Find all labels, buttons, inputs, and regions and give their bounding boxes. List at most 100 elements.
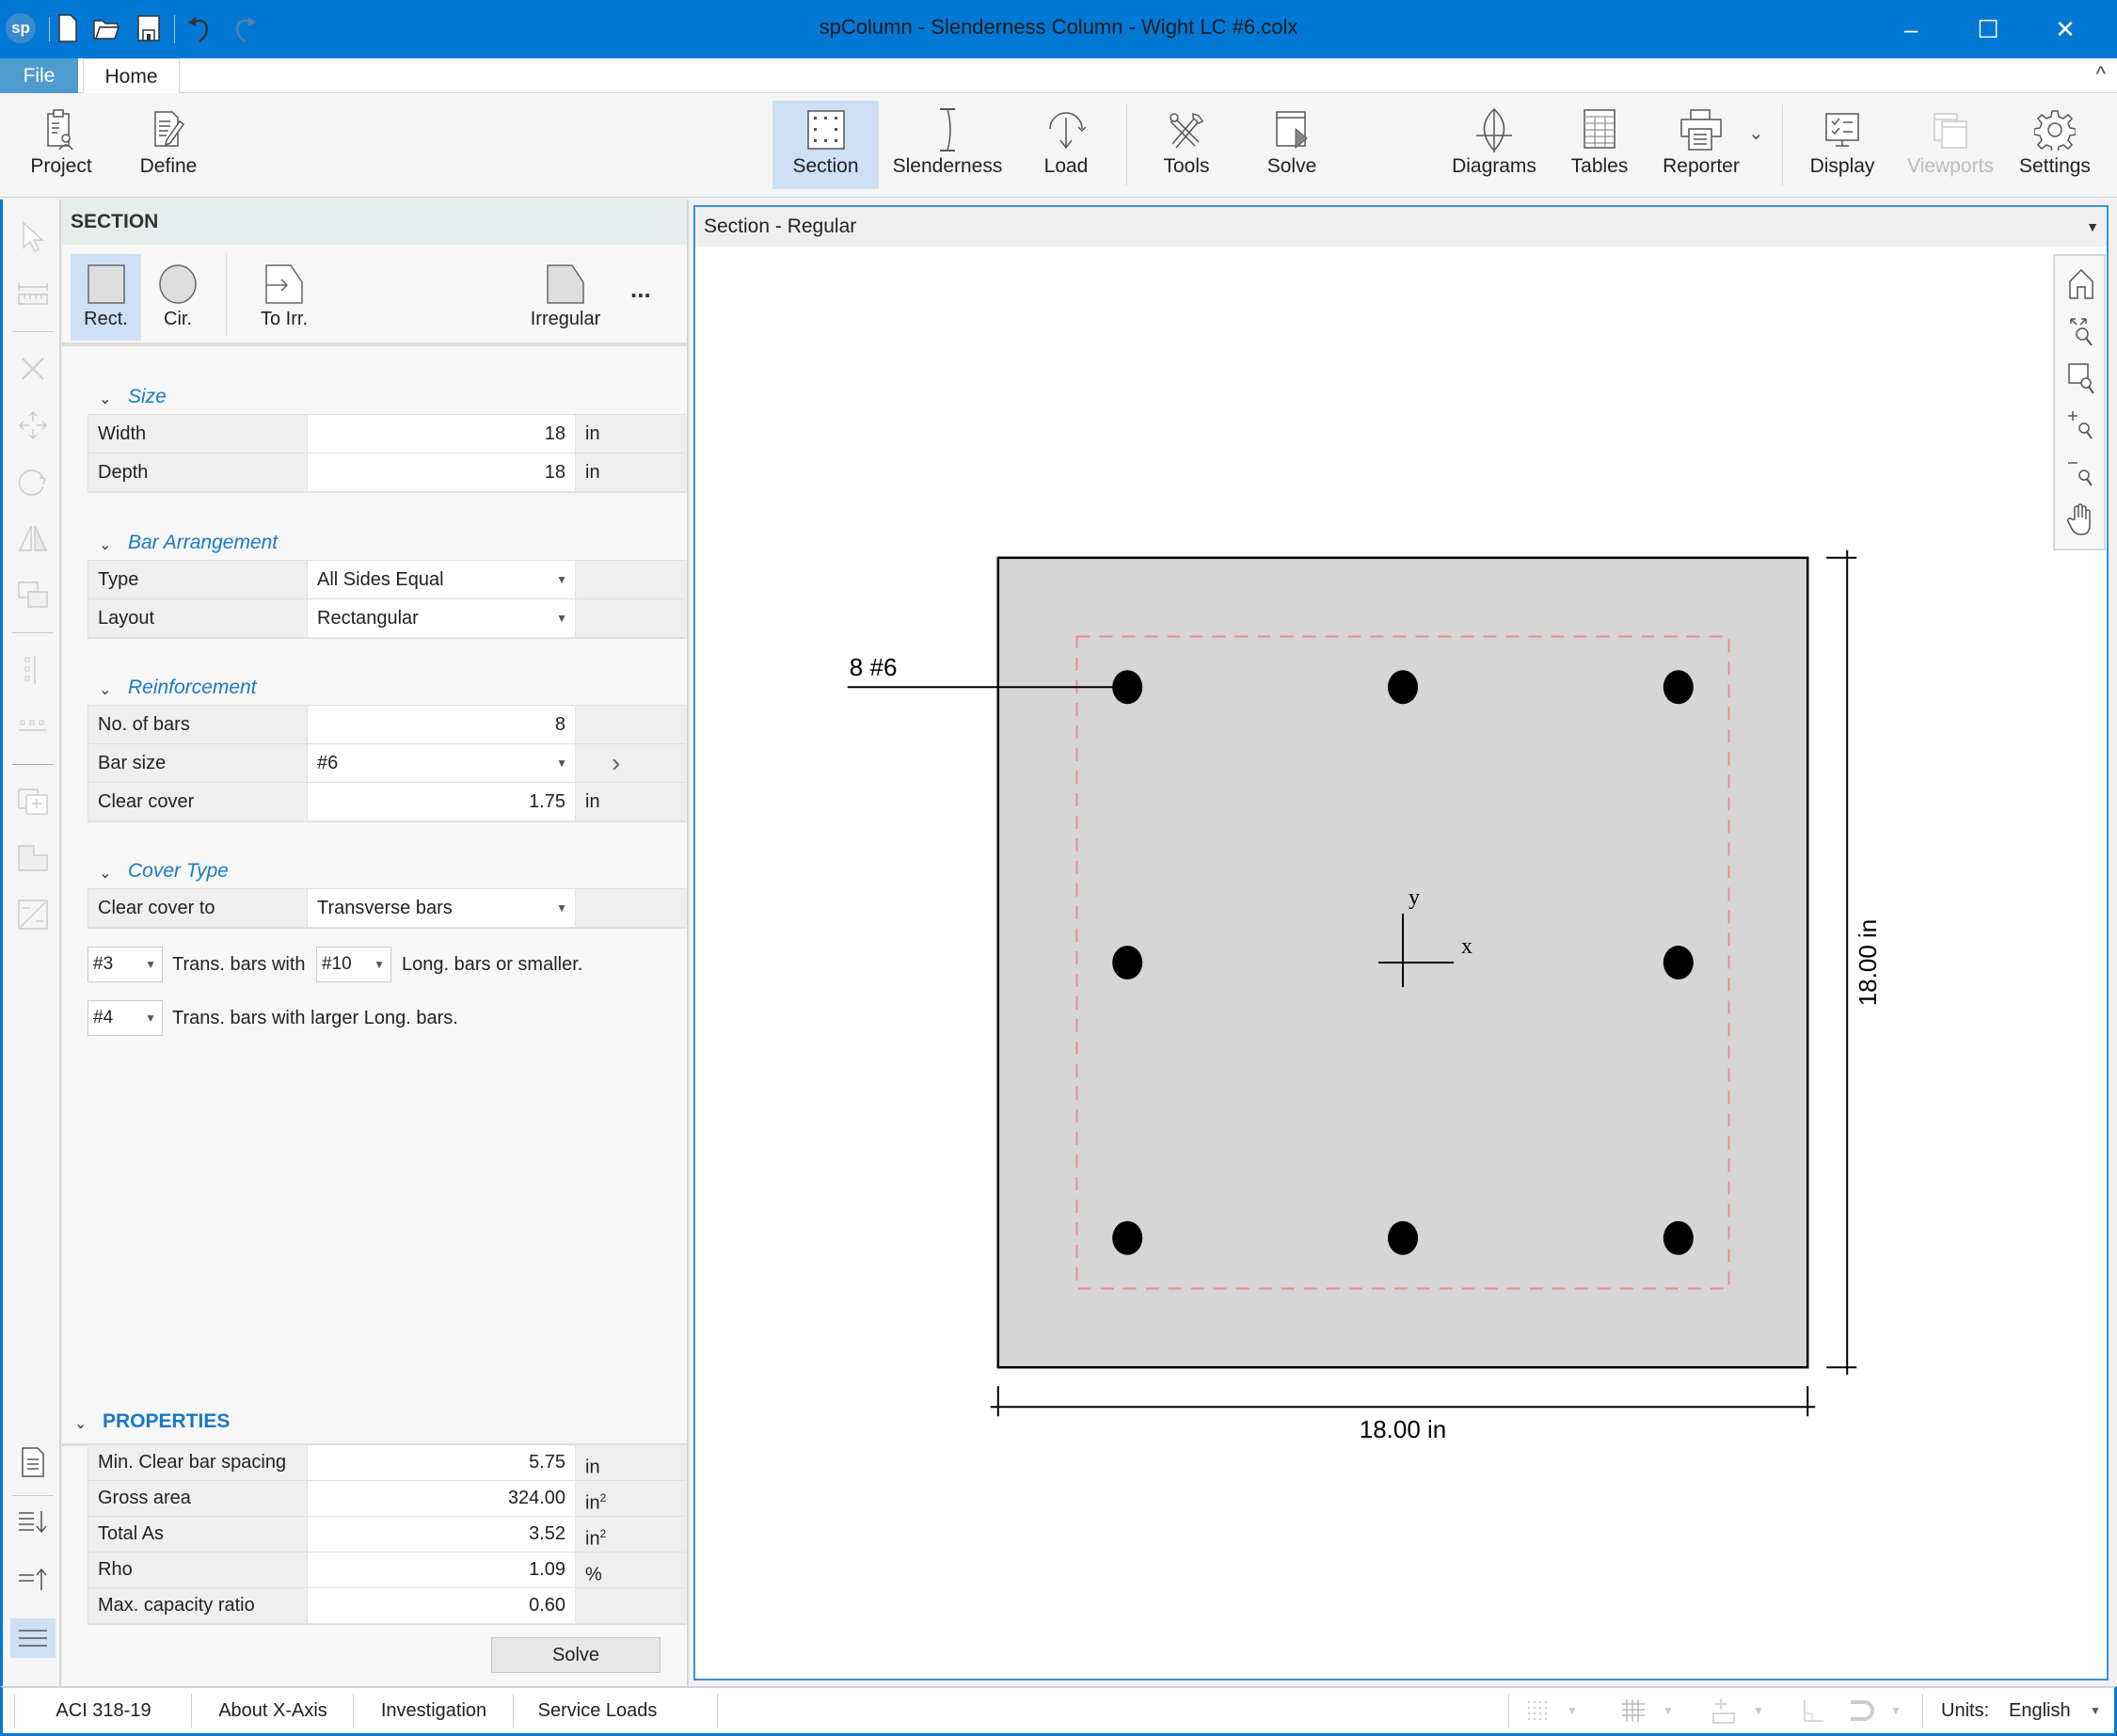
move-icon[interactable] (14, 406, 52, 444)
type-select[interactable]: All Sides Equal ▼ (308, 561, 575, 598)
tab-home[interactable]: Home (83, 58, 180, 94)
trans-bar-small-value: #3 (93, 954, 114, 974)
dropdown-arrow-icon[interactable]: ▼ (1753, 1688, 1764, 1733)
bar-size-select[interactable]: #6 ▼ (308, 744, 575, 782)
reinforcement-group-title[interactable]: Reinforcement (128, 677, 257, 699)
dropdown-arrow-icon[interactable]: ▼ (1890, 1688, 1902, 1733)
layout-select[interactable]: Rectangular ▼ (308, 599, 575, 637)
zoom-out-icon[interactable] (2062, 452, 2100, 493)
unit-exponent: 2 (599, 1527, 607, 1540)
line-grid-icon[interactable] (1617, 1696, 1649, 1726)
dropdown-arrow-icon[interactable]: ▼ (1567, 1688, 1578, 1733)
depth-field[interactable]: 18 (308, 454, 575, 491)
tab-file[interactable]: File (0, 58, 78, 93)
size-group-title[interactable]: Size (128, 386, 167, 408)
grid-row: Total As 3.52 in2 (88, 1517, 687, 1553)
property-unit: % (576, 1553, 687, 1587)
scale-icon[interactable] (14, 896, 52, 933)
axis-status[interactable]: About X-Axis (193, 1688, 353, 1733)
design-code-status[interactable]: ACI 318-19 (16, 1688, 191, 1733)
rebar[interactable] (1388, 670, 1418, 705)
zoom-extents-icon[interactable] (2062, 311, 2100, 352)
collapse-all-icon[interactable] (14, 1561, 52, 1599)
rebar[interactable] (1388, 1220, 1418, 1255)
trans-bar-large-select[interactable]: #4 ▼ (88, 1000, 163, 1036)
clear-cover-to-select[interactable]: Transverse bars ▼ (308, 889, 575, 927)
chevron-down-icon[interactable]: ⌄ (99, 680, 111, 699)
opening-icon[interactable] (14, 839, 52, 877)
more-options-button[interactable]: ... (630, 275, 651, 304)
chevron-right-icon[interactable]: › (576, 744, 687, 782)
mirror-icon[interactable] (14, 519, 52, 557)
units-select[interactable]: English (2009, 1688, 2084, 1733)
ortho-icon[interactable] (1798, 1696, 1830, 1726)
maximize-button[interactable]: ☐ (1950, 0, 2027, 58)
dot-grid-icon[interactable] (1521, 1696, 1553, 1726)
zoom-in-icon[interactable] (2062, 405, 2100, 446)
dropdown-arrow-icon[interactable]: ▼ (2090, 1688, 2101, 1733)
chevron-down-icon[interactable]: ⌄ (99, 535, 111, 554)
chevron-down-icon[interactable]: ⌄ (99, 390, 111, 408)
loads-status[interactable]: Service Loads (515, 1688, 680, 1733)
reporter-button[interactable]: Reporter (1656, 101, 1746, 189)
menu-icon[interactable] (10, 1618, 56, 1658)
settings-button[interactable]: Settings (2012, 101, 2098, 189)
diagrams-button[interactable]: Diagrams (1449, 101, 1539, 189)
add-region-icon[interactable] (14, 783, 52, 820)
to-irregular-button[interactable]: To Irr. (241, 254, 327, 341)
cover-type-group-title[interactable]: Cover Type (128, 860, 229, 883)
rotate-icon[interactable] (14, 463, 52, 501)
rebar[interactable] (1112, 1220, 1143, 1255)
display-button[interactable]: Display (1802, 101, 1883, 189)
circle-shape-button[interactable]: Cir. (145, 254, 211, 341)
irregular-shape-button[interactable]: Irregular (514, 254, 617, 341)
define-button[interactable]: Define (128, 101, 209, 189)
mode-status[interactable]: Investigation (355, 1688, 513, 1733)
rect-shape-button[interactable]: Rect. (71, 254, 141, 341)
rebar[interactable] (1663, 670, 1694, 705)
num-bars-field[interactable]: 8 (308, 706, 575, 743)
slenderness-button[interactable]: Slenderness (888, 101, 1007, 189)
close-button[interactable]: ✕ (2027, 0, 2104, 58)
section-button[interactable]: Section (772, 101, 879, 189)
bar-arrangement-group-title[interactable]: Bar Arrangement (128, 532, 278, 554)
rect-label: Rect. (84, 309, 128, 329)
view-dropdown-icon[interactable]: ▼ (2086, 207, 2099, 247)
align-vertical-icon[interactable] (14, 651, 52, 689)
pan-hand-icon[interactable] (2062, 499, 2100, 540)
measure-icon[interactable] (14, 275, 52, 312)
long-bar-limit-select[interactable]: #10 ▼ (316, 947, 391, 982)
align-horizontal-icon[interactable] (14, 708, 52, 745)
collapse-ribbon-button[interactable]: ^ (2096, 62, 2106, 87)
tables-button[interactable]: Tables (1562, 101, 1637, 189)
tools-button[interactable]: Tools (1146, 101, 1227, 189)
home-view-icon[interactable] (2062, 263, 2100, 305)
reporter-dropdown-icon[interactable]: ⌄ (1748, 121, 1764, 145)
width-field[interactable]: 18 (308, 415, 575, 453)
expand-all-icon[interactable] (14, 1503, 52, 1540)
solve-button[interactable]: Solve (491, 1637, 661, 1673)
delete-icon[interactable] (14, 350, 52, 388)
select-icon[interactable] (14, 218, 52, 256)
zoom-window-icon[interactable] (2062, 358, 2100, 399)
snap-icon[interactable] (1708, 1696, 1740, 1726)
copy-icon[interactable] (14, 576, 52, 613)
chevron-down-icon[interactable]: ⌄ (74, 1414, 87, 1433)
cover-type-grid: Clear cover to Transverse bars ▼ (88, 888, 687, 929)
magnet-icon[interactable] (1847, 1696, 1879, 1726)
num-bars-unit (576, 706, 687, 743)
rebar[interactable] (1112, 946, 1143, 979)
load-button[interactable]: Load (1026, 101, 1106, 189)
minimize-button[interactable]: – (1872, 0, 1950, 58)
rebar[interactable] (1663, 946, 1694, 979)
rebar[interactable] (1663, 1220, 1694, 1255)
trans-bar-small-select[interactable]: #3 ▼ (88, 947, 163, 982)
report-icon[interactable] (14, 1443, 52, 1481)
clear-cover-field[interactable]: 1.75 (308, 783, 575, 820)
dropdown-arrow-icon[interactable]: ▼ (1663, 1688, 1674, 1733)
chevron-down-icon[interactable]: ⌄ (99, 864, 111, 883)
section-drawing[interactable]: 8 #6 x y 18.00 in 18.00 in (695, 247, 2107, 1679)
project-button[interactable]: Project (21, 101, 102, 189)
properties-title[interactable]: PROPERTIES (103, 1410, 230, 1433)
solve-ribbon-button[interactable]: Solve (1251, 101, 1332, 189)
